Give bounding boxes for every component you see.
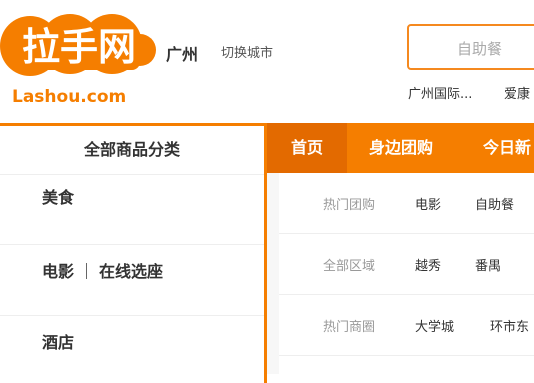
current-city: 广州 xyxy=(166,45,199,64)
divider xyxy=(0,244,264,245)
hot-search-link[interactable]: 广州国际... xyxy=(408,83,472,102)
category-item-movie[interactable]: 电影 在线选座 xyxy=(42,258,163,282)
quick-link[interactable]: 越秀 xyxy=(415,255,441,274)
hot-search-link[interactable]: 爱康 xyxy=(504,83,530,102)
category-item-food[interactable]: 美食 xyxy=(42,184,74,208)
category-item-hotel[interactable]: 酒店 xyxy=(42,329,74,353)
category-title: 全部商品分类 xyxy=(0,126,264,175)
row-label-areas: 全部区域 xyxy=(323,259,376,274)
divider xyxy=(279,355,534,356)
main-nav: 首页 身边团购 今日新 xyxy=(267,123,534,173)
quick-link[interactable]: 大学城 xyxy=(415,316,454,335)
divider xyxy=(279,233,534,234)
logo-text: 拉手网 xyxy=(22,25,136,69)
nav-home[interactable]: 首页 xyxy=(267,123,347,173)
quick-link[interactable]: 电影 xyxy=(415,194,441,213)
divider xyxy=(279,294,534,295)
quick-link[interactable]: 环市东 xyxy=(490,316,529,335)
search-input[interactable]: 自助餐 xyxy=(457,38,502,59)
divider xyxy=(0,315,264,316)
logo-subtext: Lashou.com xyxy=(12,87,126,107)
switch-city-link[interactable]: 切换城市 xyxy=(221,42,273,61)
category-movie-label[interactable]: 电影 xyxy=(42,262,74,281)
quick-link[interactable]: 自助餐 xyxy=(475,194,514,213)
row-label-business-districts: 热门商圈 xyxy=(323,320,376,335)
quick-links: 热门团购 电影 自助餐 全部区域 越秀 番禺 热门商圈 大学城 环市东 xyxy=(279,173,534,374)
nav-nearby-deals[interactable]: 身边团购 xyxy=(369,123,433,173)
category-seat-label[interactable]: 在线选座 xyxy=(99,262,163,281)
row-label-hot-deals: 热门团购 xyxy=(323,198,376,213)
quick-link[interactable]: 番禺 xyxy=(475,255,501,274)
lashou-logo[interactable]: 拉手网 Lashou.com xyxy=(0,0,160,112)
content-gutter xyxy=(267,173,279,374)
separator xyxy=(86,263,88,279)
nav-today-new[interactable]: 今日新 xyxy=(483,123,531,173)
category-panel: 全部商品分类 美食 电影 在线选座 酒店 xyxy=(0,123,267,383)
search-box[interactable]: 自助餐 xyxy=(407,24,534,70)
